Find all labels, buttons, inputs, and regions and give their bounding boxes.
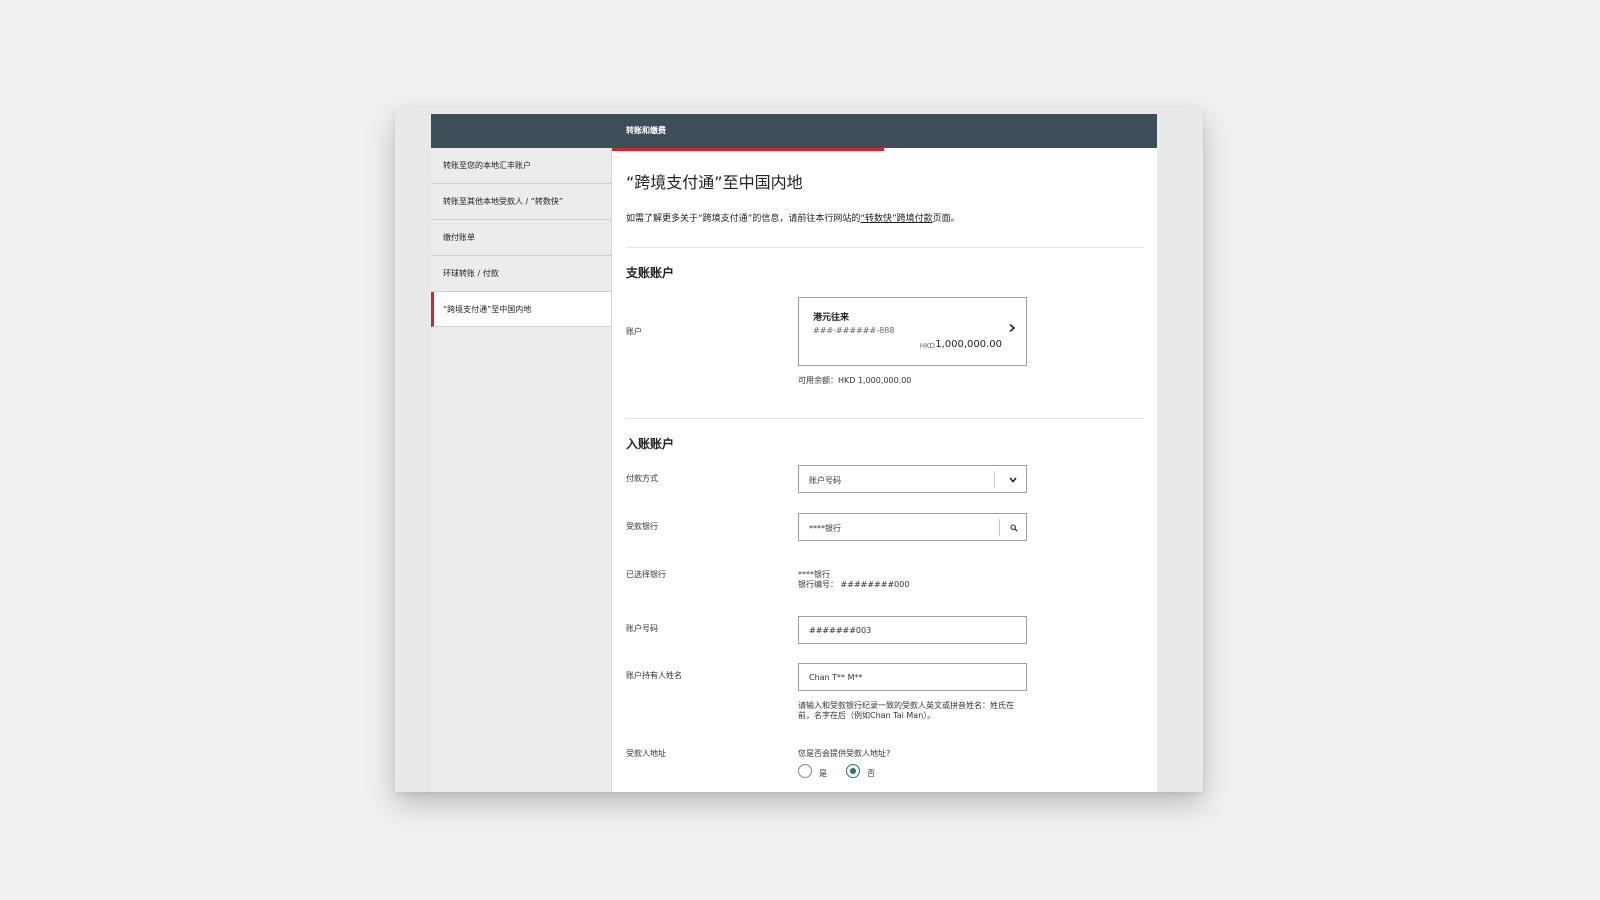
selected-bank-label: 已选择银行 <box>626 570 666 579</box>
sidebar-item-global-transfer[interactable]: 环球转账 / 付款 <box>431 256 611 292</box>
selected-bank-code: 银行编号： ########000 <box>798 580 910 589</box>
divider <box>626 418 1144 419</box>
payment-method-select[interactable]: 账户号码 <box>798 465 1027 493</box>
intro-text: 如需了解更多关于“跨境支付通”的信息，请前往本行网站的“转数快”跨境付款页面。 <box>626 211 960 224</box>
account-number-input[interactable]: #######003 <box>798 616 1027 644</box>
holder-name-hint-line2: 前，名字在后（例如Chan Tai Man）。 <box>798 711 936 720</box>
radio-no-label: 否 <box>867 769 875 778</box>
sidebar-item-other-local-fps[interactable]: 转账至其他本地受款人 / “转数快” <box>431 184 611 220</box>
divider <box>626 247 1144 248</box>
holder-name-input[interactable]: Chan T** M** <box>798 663 1027 691</box>
sidebar-item-label: “跨境支付通”至中国内地 <box>443 305 532 314</box>
chevron-down-icon[interactable] <box>999 466 1027 493</box>
account-number: ###-######-888 <box>813 326 895 335</box>
sidebar: 转账至您的本地汇丰账户 转账至其他本地受款人 / “转数快” 缴付账单 环球转账… <box>431 148 612 792</box>
account-number-value: #######003 <box>809 626 872 635</box>
fps-cross-boundary-link[interactable]: “转数快”跨境付款 <box>860 214 932 224</box>
top-bar: 转账和缴费 <box>431 114 1157 148</box>
radio-yes-label: 是 <box>819 769 827 778</box>
sidebar-item-label: 转账至其他本地受款人 / “转数快” <box>443 197 564 206</box>
intro-prefix: 如需了解更多关于“跨境支付通”的信息，请前往本行网站的 <box>626 214 861 224</box>
account-balance: 1,000,000.00 <box>935 339 1002 350</box>
credit-section-title: 入账账户 <box>626 437 675 451</box>
intro-suffix: 页面。 <box>932 214 960 224</box>
progress-indicator <box>612 148 884 151</box>
radio-no[interactable] <box>846 764 860 778</box>
payment-method-label: 付款方式 <box>626 474 658 483</box>
radio-yes[interactable] <box>798 764 812 778</box>
sidebar-item-label: 环球转账 / 付款 <box>443 269 499 278</box>
page-title: “跨境支付通”至中国内地 <box>626 173 803 192</box>
sidebar-item-label: 缴付账单 <box>443 233 475 242</box>
available-balance: 可用余额：HKD 1,000,000.00 <box>798 376 912 385</box>
browser-frame: 转账和缴费 转账至您的本地汇丰账户 转账至其他本地受款人 / “转数快” 缴付账… <box>395 108 1203 792</box>
holder-name-label: 账户持有人姓名 <box>626 671 682 680</box>
bank-search-input[interactable]: ****银行 <box>798 513 1027 541</box>
sidebar-item-local-hsbc[interactable]: 转账至您的本地汇丰账户 <box>431 148 611 184</box>
account-currency: HKD <box>919 342 935 350</box>
holder-name-value: Chan T** M** <box>809 673 863 682</box>
account-name: 港元往来 <box>813 313 850 323</box>
sidebar-item-cross-boundary[interactable]: “跨境支付通”至中国内地 <box>431 292 611 327</box>
payment-method-value: 账户号码 <box>809 476 841 485</box>
debit-account-selector[interactable]: 港元往来 ###-######-888 HKD 1,000,000.00 <box>798 297 1027 366</box>
chevron-right-icon <box>1009 324 1016 332</box>
select-separator <box>994 471 995 488</box>
sidebar-item-label: 转账至您的本地汇丰账户 <box>443 161 531 170</box>
banking-app: 转账和缴费 转账至您的本地汇丰账户 转账至其他本地受款人 / “转数快” 缴付账… <box>431 114 1157 792</box>
address-label: 受款人地址 <box>626 749 666 758</box>
bank-label: 受款银行 <box>626 522 658 531</box>
search-icon[interactable] <box>1000 514 1028 541</box>
debit-account-label: 账户 <box>626 327 642 336</box>
sidebar-item-pay-bills[interactable]: 缴付账单 <box>431 220 611 256</box>
bank-search-value: ****银行 <box>809 524 841 533</box>
debit-section-title: 支账账户 <box>626 266 675 280</box>
account-number-label: 账户号码 <box>626 624 658 633</box>
address-question: 您是否会提供受款人地址? <box>798 749 891 758</box>
header-title: 转账和缴费 <box>626 126 666 135</box>
